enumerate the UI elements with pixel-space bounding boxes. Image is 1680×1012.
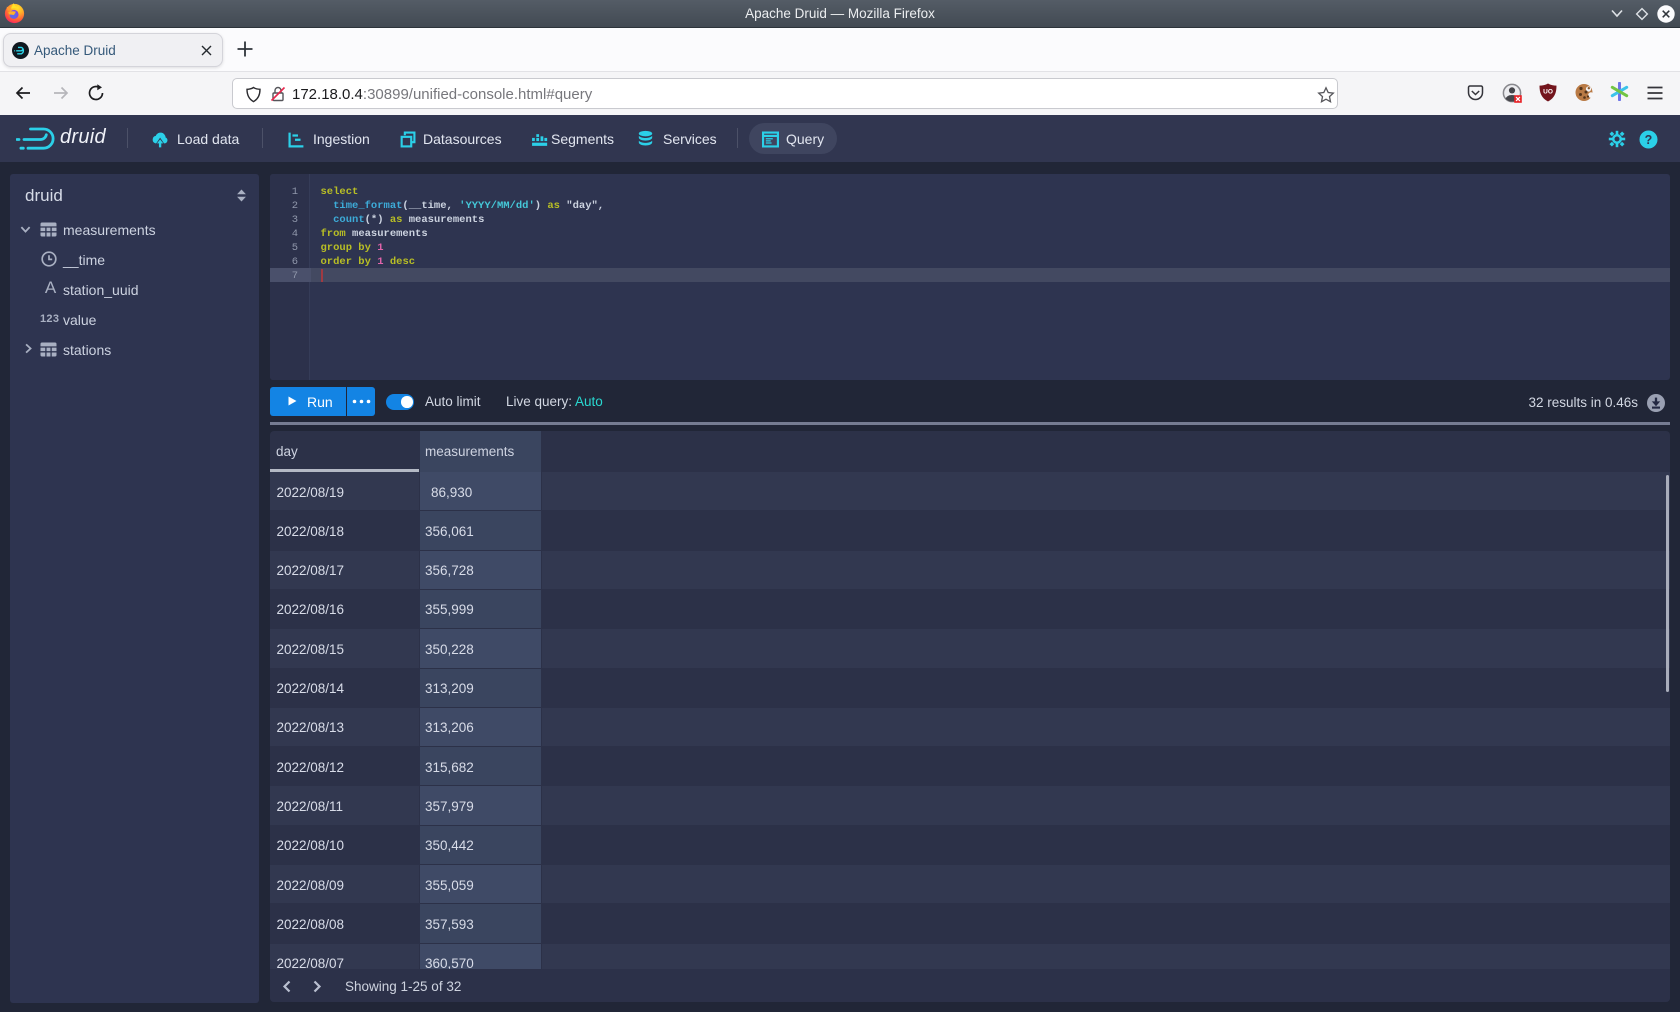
svg-text:UO: UO [1543,89,1553,96]
svg-text:?: ? [1645,133,1653,147]
